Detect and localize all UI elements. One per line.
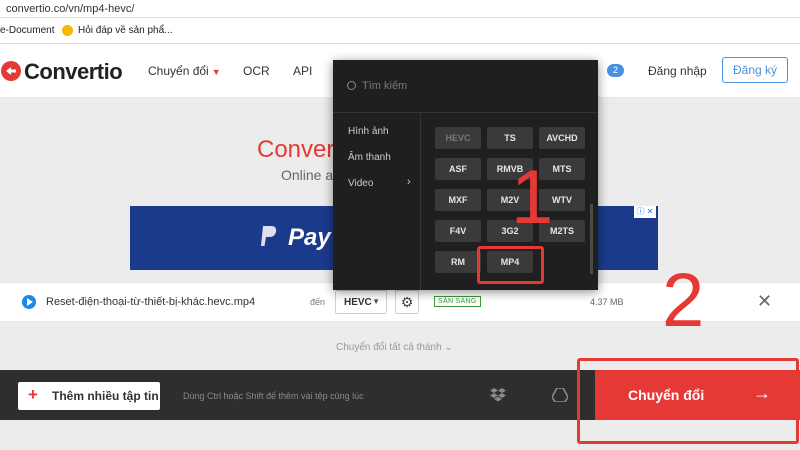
category-audio[interactable]: Âm thanh [348,152,391,163]
step-2-highlight-box [577,358,799,444]
chevron-down-icon: ⌄ [444,342,453,353]
to-label: đến [310,297,326,307]
format-ts[interactable]: TS [487,127,533,149]
remove-file-close-icon[interactable]: ✕ [757,291,772,312]
page-subtitle: Online ar [281,167,338,183]
step-1-highlight-box [477,246,544,284]
status-badge: SẴN SÀNG [434,296,481,307]
format-f4v[interactable]: F4V [435,220,481,242]
address-bar[interactable]: convertio.co/vn/mp4-hevc/ [0,0,800,18]
paypal-logo-icon [261,226,277,246]
bookmark-e-document[interactable]: e-Document [0,25,54,36]
bookmark-faq[interactable]: Hỏi đáp về sản phẩ... [78,25,173,36]
format-categories: Hình ảnh Âm thanh Video › [333,112,421,290]
settings-gear-button[interactable]: ⚙ [395,290,419,314]
category-video[interactable]: Video [348,178,373,189]
count-badge: 2 [607,64,624,77]
ad-brand-text: Pay [288,224,331,251]
chevron-down-icon: ▼ [372,297,380,306]
dropdown-scrollbar[interactable] [590,204,593,274]
google-drive-button[interactable] [540,370,580,420]
format-avchd[interactable]: AVCHD [539,127,585,149]
format-asf[interactable]: ASF [435,158,481,180]
dropbox-icon [490,388,506,402]
register-button[interactable]: Đăng ký [722,57,788,83]
page-title: Convert [257,136,342,163]
chevron-down-icon: ▼ [211,67,221,77]
step-2-number: 2 [662,258,705,343]
dropbox-button[interactable] [478,370,518,420]
file-name: Reset-điện-thoại-từ-thiết-bị-khác.hevc.m… [46,296,256,308]
search-icon [347,81,356,90]
step-1-number: 1 [511,155,554,240]
format-rm[interactable]: RM [435,251,481,273]
bookmark-favicon-icon [62,25,73,36]
target-format-select[interactable]: HEVC ▼ [335,290,387,314]
plus-icon: + [28,385,38,404]
format-hevc[interactable]: HEVC [435,127,481,149]
category-image[interactable]: Hình ảnh [348,126,389,137]
nav-api[interactable]: API [293,64,312,78]
format-search-input[interactable]: Tìm kiếm [347,80,407,92]
bookmarks-bar: e-Document Hỏi đáp về sản phẩ... [0,18,800,44]
multi-select-hint: Dùng Ctrl hoặc Shift để thêm vài tệp cùn… [183,391,364,401]
nav-ocr[interactable]: OCR [243,64,270,78]
add-more-files-button[interactable]: + Thêm nhiều tập tin [18,382,160,410]
video-file-icon [22,295,36,309]
convertio-logo-icon [1,61,21,81]
brand-name[interactable]: Convertio [24,59,123,85]
url-text: convertio.co/vn/mp4-hevc/ [6,3,135,15]
login-link[interactable]: Đăng nhập [648,64,707,78]
format-dropdown-panel: Tìm kiếm Hình ảnh Âm thanh Video › HEVC … [333,60,598,290]
gear-icon: ⚙ [400,294,414,310]
convert-all-dropdown[interactable]: Chuyển đổi tất cả thành ⌄ [336,342,453,353]
chevron-right-icon: › [407,176,411,188]
format-mxf[interactable]: MXF [435,189,481,211]
file-size: 4.37 MB [590,297,624,307]
ad-choices-badge[interactable]: ⓘ ✕ [634,206,656,218]
google-drive-icon [551,387,569,403]
nav-convert[interactable]: Chuyển đổi ▼ [148,64,221,78]
